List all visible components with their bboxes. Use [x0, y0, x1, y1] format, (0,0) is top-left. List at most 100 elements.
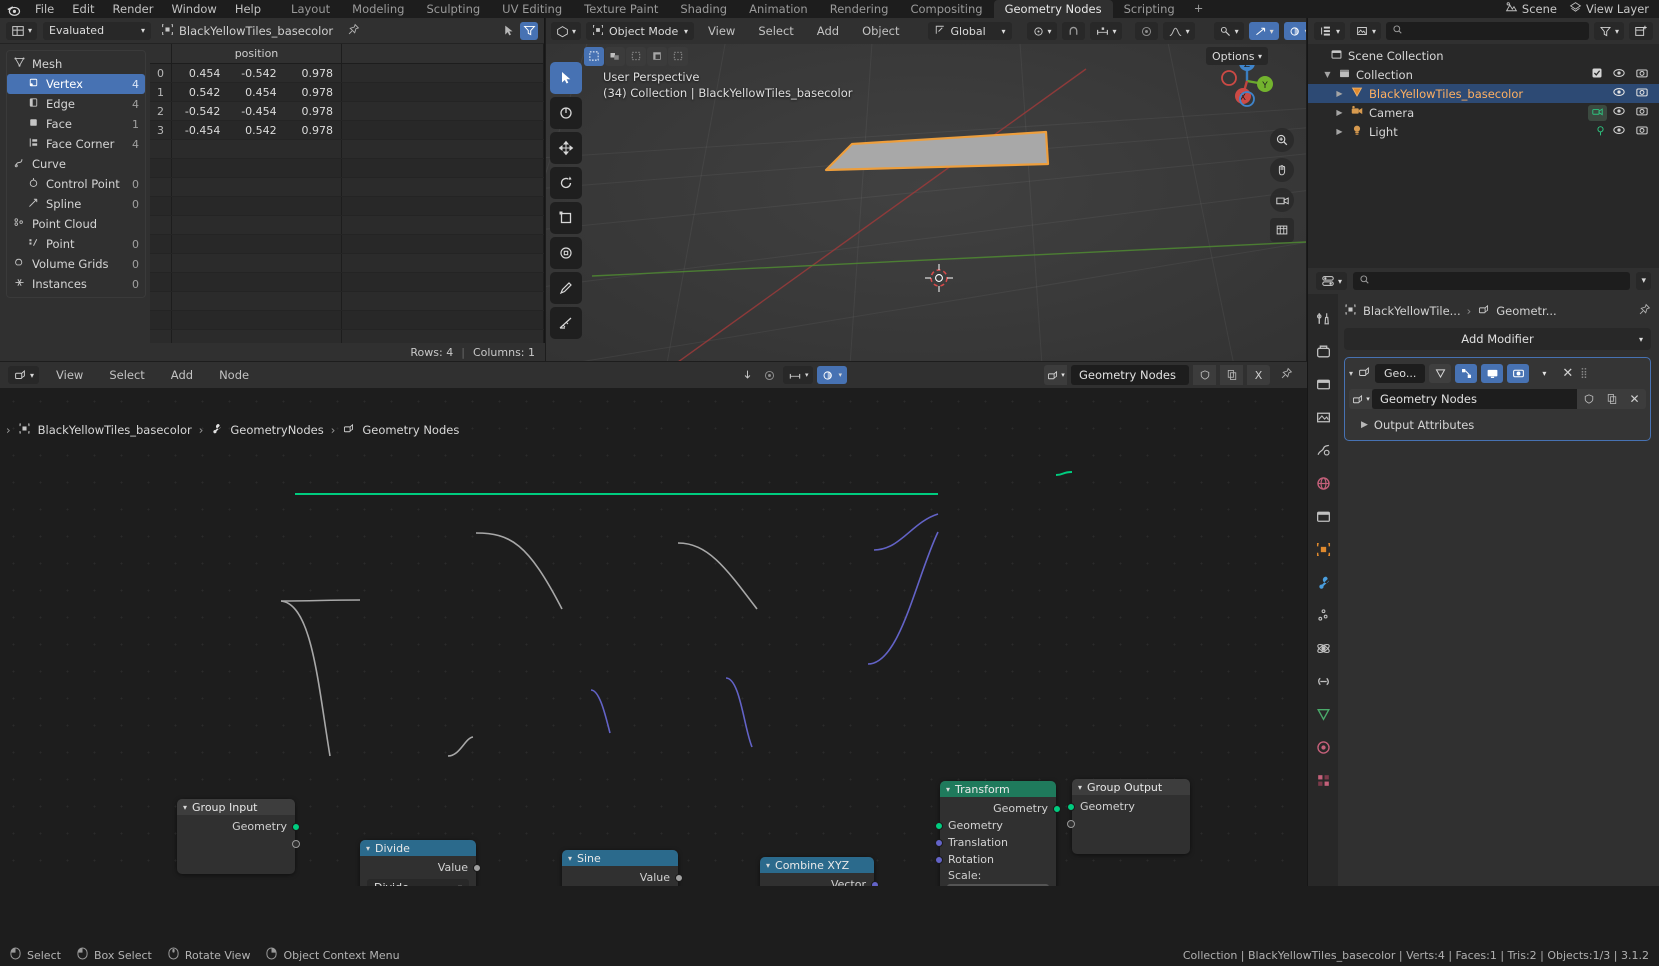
node-input-virtual[interactable]	[1067, 815, 1190, 832]
tweak-select-icon[interactable]	[584, 46, 604, 66]
collection-checkbox[interactable]	[1591, 67, 1603, 82]
node-canvas[interactable]: › BlackYellowTiles_basecolor › GeometryN…	[0, 388, 1307, 886]
rotate-tool[interactable]	[550, 167, 582, 199]
new-collection-icon[interactable]	[1629, 22, 1653, 40]
geometry-input-socket[interactable]	[1067, 802, 1075, 811]
scale-tool[interactable]	[550, 202, 582, 234]
node-input-geometry[interactable]: Geometry	[1067, 798, 1190, 815]
output-attributes-row[interactable]: ▶ Output Attributes	[1349, 414, 1646, 436]
collapse-triangle-icon[interactable]: ▾	[366, 844, 370, 853]
proportional-edit-icon[interactable]	[1134, 22, 1158, 40]
magnet-icon[interactable]	[1061, 22, 1085, 40]
outliner-row-camera[interactable]: ▶ Camera	[1308, 103, 1659, 122]
viewport-menu-object[interactable]: Object	[853, 22, 908, 40]
tab-sculpting[interactable]: Sculpting	[415, 0, 491, 18]
viewport-menu-select[interactable]: Select	[749, 22, 802, 40]
camera-render-icon[interactable]	[1635, 86, 1649, 101]
menu-window[interactable]: Window	[162, 0, 225, 18]
viewport-toggle[interactable]	[1481, 363, 1504, 383]
overlays-icon[interactable]: ▾	[817, 366, 847, 384]
scene-icon[interactable]	[1313, 440, 1333, 460]
node-header[interactable]: ▾ Sine	[562, 850, 678, 866]
node-input-translation[interactable]: Translation	[935, 834, 1056, 851]
breadcrumb-modifier-name[interactable]: Geometr...	[1496, 304, 1556, 318]
menu-file[interactable]: File	[26, 0, 63, 18]
geometry-output-socket[interactable]	[1053, 804, 1061, 813]
node-menu-add[interactable]: Add	[162, 366, 202, 384]
node-output-value[interactable]: Value	[562, 869, 683, 886]
modifier-name[interactable]: Geo...	[1375, 363, 1426, 383]
outliner-id-type-icon[interactable]: ▾	[1350, 22, 1382, 40]
material-icon[interactable]	[1313, 737, 1333, 757]
node-tree-icon[interactable]: ▾	[1349, 389, 1372, 409]
dataset-row-spline[interactable]: Spline 0	[7, 194, 145, 214]
node-tree-icon[interactable]: ▾	[1044, 365, 1067, 385]
world-icon[interactable]	[1313, 473, 1333, 493]
outliner-row-scene-collection[interactable]: Scene Collection	[1308, 46, 1659, 65]
dataset-row-vertex[interactable]: Vertex 4	[7, 74, 145, 94]
table-row[interactable]: 0 0.454 -0.542 0.978	[150, 64, 544, 83]
breadcrumb-object[interactable]: BlackYellowTiles_basecolor	[38, 423, 192, 437]
expand-triangle-icon[interactable]: ▼	[1322, 70, 1333, 79]
operation-dropdown[interactable]: Divide ▾	[367, 879, 469, 886]
menu-render[interactable]: Render	[104, 0, 163, 18]
show-gizmo-icon[interactable]: ▾	[1213, 22, 1244, 40]
camera-render-icon[interactable]	[1635, 67, 1649, 82]
blender-logo-icon[interactable]	[0, 0, 26, 18]
add-modifier-button[interactable]: Add Modifier ▾	[1344, 328, 1651, 350]
snap-to-icon[interactable]: ▾	[1089, 22, 1122, 40]
scale-x-field[interactable]: X 1.000	[947, 884, 1049, 886]
selected-only-icon[interactable]	[499, 22, 517, 40]
physics-icon[interactable]	[1313, 638, 1333, 658]
tab-modeling[interactable]: Modeling	[341, 0, 415, 18]
dataset-row-instances[interactable]: Instances 0	[7, 274, 145, 294]
chevron-down-icon[interactable]: ▾	[1636, 272, 1651, 290]
pin-icon[interactable]	[1274, 367, 1299, 383]
view-layer-icon[interactable]	[1313, 407, 1333, 427]
node-header[interactable]: ▾ Transform	[940, 781, 1056, 797]
tool-icon[interactable]	[1313, 308, 1333, 328]
breadcrumb-modifier[interactable]: GeometryNodes	[230, 423, 323, 437]
rotation-input-socket[interactable]	[935, 855, 943, 864]
tab-layout[interactable]: Layout	[280, 0, 341, 18]
eye-icon[interactable]	[1612, 105, 1626, 120]
modifier-nodetree-name[interactable]: Geometry Nodes	[1372, 389, 1577, 409]
transform-orientation-select[interactable]: Global ▾	[927, 22, 1012, 40]
eye-icon[interactable]	[1612, 67, 1626, 82]
node-header[interactable]: ▾ Group Input	[177, 799, 295, 815]
dataset-row-face[interactable]: Face 1	[7, 114, 145, 134]
constraints-icon[interactable]	[1313, 671, 1333, 691]
node-output-vector[interactable]: Vector	[760, 876, 879, 886]
geometry-node-editor-icon[interactable]: ▾	[8, 366, 40, 384]
dataset-row-point-cloud[interactable]: Point Cloud	[7, 214, 145, 234]
collapse-triangle-icon[interactable]: ▾	[183, 803, 187, 812]
move-tool[interactable]	[550, 132, 582, 164]
node-output-geometry[interactable]: Geometry	[177, 818, 300, 835]
output-icon[interactable]	[1313, 374, 1333, 394]
collapse-triangle-icon[interactable]: ▾	[946, 785, 950, 794]
falloff-curve-icon[interactable]: ▾	[1162, 22, 1195, 40]
x-icon[interactable]: ✕	[1559, 366, 1576, 381]
node-menu-view[interactable]: View	[47, 366, 92, 384]
viewport-menu-add[interactable]: Add	[808, 22, 848, 40]
node-combine-xyz[interactable]: ▾ Combine XYZ Vector X 0.000	[760, 857, 879, 886]
realtime-toggle[interactable]	[1455, 363, 1478, 383]
table-row[interactable]: 2 -0.542 -0.454 0.978	[150, 102, 544, 121]
modifier-icon[interactable]	[1313, 572, 1333, 592]
eye-icon[interactable]	[1612, 124, 1626, 139]
collapse-triangle-icon[interactable]: ▾	[1078, 783, 1082, 792]
fake-user-shield-icon[interactable]	[1193, 365, 1216, 385]
node-editor-tree-name[interactable]: Geometry Nodes	[1071, 365, 1189, 385]
proportional-edit-icon[interactable]	[761, 366, 779, 384]
cursor-tool[interactable]	[550, 97, 582, 129]
node-menu-node[interactable]: Node	[210, 366, 258, 384]
lasso-select-icon[interactable]	[647, 46, 667, 66]
table-row[interactable]: 1 0.542 0.454 0.978	[150, 83, 544, 102]
virtual-socket[interactable]	[292, 839, 300, 848]
menu-help[interactable]: Help	[226, 0, 270, 18]
duplicate-icon[interactable]	[1600, 389, 1623, 409]
dataset-row-edge[interactable]: Edge 4	[7, 94, 145, 114]
table-row[interactable]: 3 -0.454 0.542 0.978	[150, 121, 544, 140]
scene-selector[interactable]: Scene	[1499, 1, 1563, 17]
outliner-search-input[interactable]	[1386, 22, 1589, 40]
